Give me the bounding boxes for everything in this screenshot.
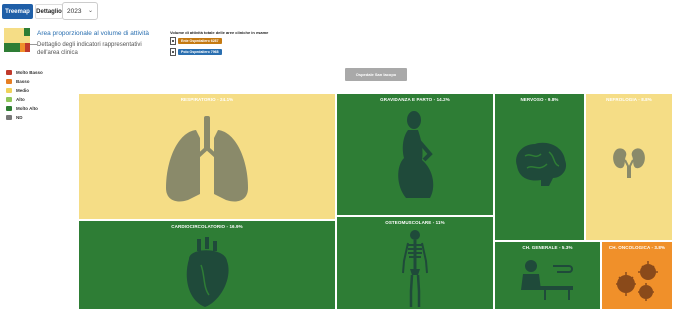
lungs-icon — [166, 116, 248, 202]
hospital-total-row: Polo Ospedaliero 7968 — [170, 48, 222, 56]
legend-item: Molto Basso — [6, 68, 43, 77]
legend-swatch — [6, 97, 12, 102]
legend-swatch — [6, 79, 12, 84]
surgery-icon — [520, 260, 573, 300]
hospital-badge: Polo Ospedaliero 7968 — [178, 49, 222, 55]
pregnant-woman-icon — [398, 111, 434, 198]
legend-swatch — [6, 70, 12, 75]
legend-item: Medio — [6, 86, 43, 95]
brain-icon — [515, 142, 566, 186]
tile-choncologica[interactable]: CH. ONCOLOGICA - 3.8% — [601, 241, 673, 310]
tile-cardiocircolatorio[interactable]: CARDIOCIRCOLATORIO - 16.9% — [78, 220, 336, 310]
legend-label: Molto Basso — [16, 70, 43, 75]
cancer-cells-icon — [616, 261, 658, 301]
legend-item: ND — [6, 113, 43, 122]
legend-label: Alto — [16, 97, 25, 102]
legend-label: ND — [16, 115, 23, 120]
treemap: RESPIRATORIO - 24.1% CARDIOCIRCOLATORIO … — [78, 93, 673, 310]
year-value: 2023 — [67, 7, 82, 15]
tile-label: CARDIOCIRCOLATORIO - 16.9% — [171, 224, 243, 229]
treemap-legend-icon — [4, 28, 30, 52]
info-separator — [30, 44, 37, 45]
legend-swatch — [6, 115, 12, 120]
tile-label: NERVOSO - 9.8% — [520, 97, 559, 102]
legend-swatch — [6, 106, 12, 111]
tile-label: OSTEOMUSCOLARE - 11% — [385, 220, 445, 225]
tile-nervoso[interactable]: NERVOSO - 9.8% — [494, 93, 585, 241]
building-icon — [170, 48, 176, 56]
legend-item: Molto Alto — [6, 104, 43, 113]
area-proportional-text: Area proporzionale al volume di attività — [37, 30, 150, 37]
legend-item: Alto — [6, 95, 43, 104]
tile-chgenerale[interactable]: CH. GENERALE - 5.3% — [494, 241, 601, 310]
legend-item: Basso — [6, 77, 43, 86]
legend-label: Medio — [16, 88, 29, 93]
kidneys-icon — [613, 148, 645, 178]
detail-text: Dettaglio degli indicatori rappresentati… — [37, 42, 142, 56]
legend-swatch — [6, 88, 12, 93]
tile-label: NEFROLOGIA - 8.8% — [606, 97, 652, 102]
legend-label: Molto Alto — [16, 106, 38, 111]
entity-total-row: Ente Ospedaliero 6287 — [170, 37, 222, 45]
totals-title: Volume di attività totale delle aree cli… — [170, 30, 269, 35]
tile-respiratorio[interactable]: RESPIRATORIO - 24.1% — [78, 93, 336, 220]
hospital-button[interactable]: Ospedale San Iacopo — [345, 68, 407, 81]
tile-osteomuscolare[interactable]: OSTEOMUSCOLARE - 11% — [336, 216, 494, 310]
building-icon — [170, 37, 176, 45]
chevron-down-icon: ⌄ — [87, 8, 93, 14]
year-select[interactable]: 2023 ⌄ — [62, 2, 98, 20]
color-legend: Molto Basso Basso Medio Alto Molto Alto … — [6, 68, 43, 122]
tile-gravidanza[interactable]: GRAVIDANZA E PARTO - 14.2% — [336, 93, 494, 216]
tab-treemap[interactable]: Treemap — [2, 4, 33, 19]
tile-label: GRAVIDANZA E PARTO - 14.2% — [380, 97, 450, 102]
skeleton-icon — [402, 230, 428, 307]
tile-nefrologia[interactable]: NEFROLOGIA - 8.8% — [585, 93, 673, 241]
entity-badge: Ente Ospedaliero 6287 — [178, 38, 222, 44]
tab-dettaglio[interactable]: Dettaglio — [35, 4, 63, 19]
tile-label: CH. GENERALE - 5.3% — [522, 245, 573, 250]
tile-label: CH. ONCOLOGICA - 3.8% — [608, 245, 666, 250]
legend-label: Basso — [16, 79, 30, 84]
tile-label: RESPIRATORIO - 24.1% — [180, 97, 234, 102]
heart-icon — [186, 237, 229, 307]
